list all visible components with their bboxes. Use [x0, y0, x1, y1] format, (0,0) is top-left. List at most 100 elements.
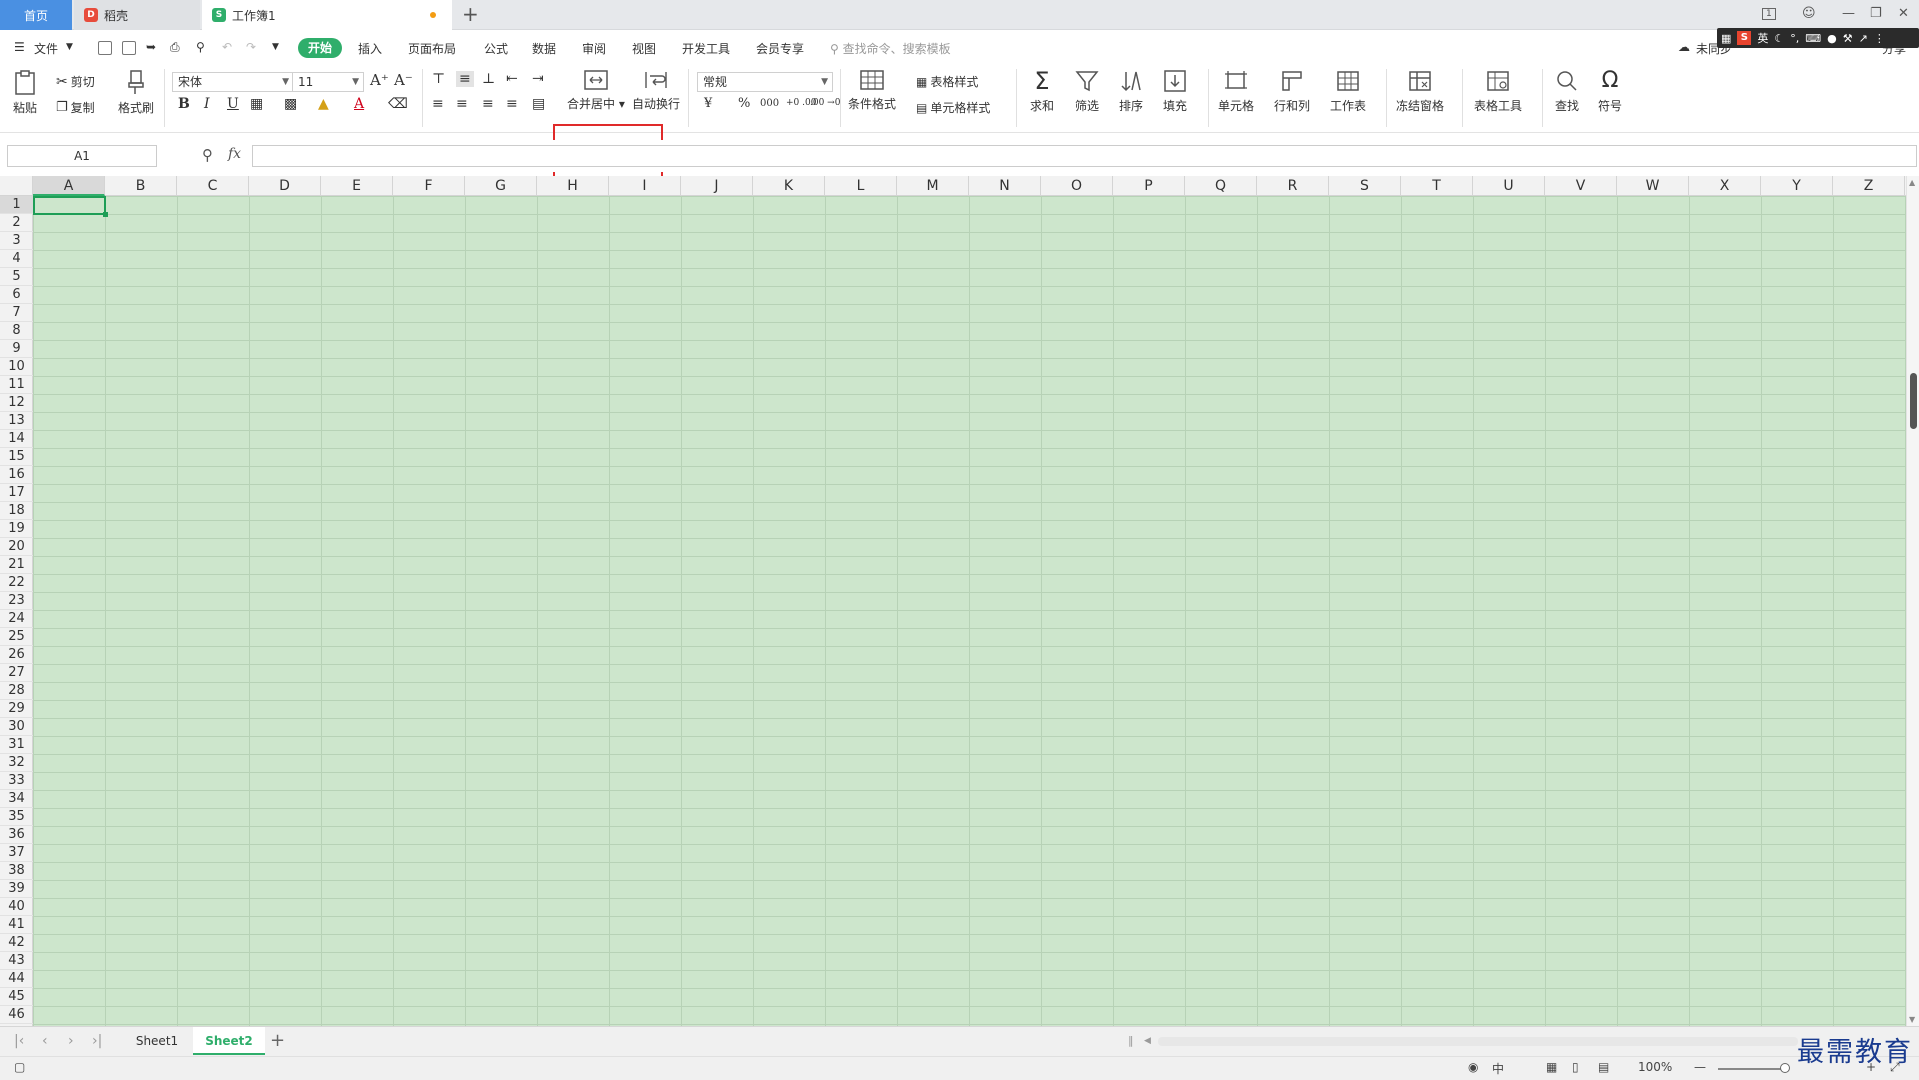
cell-button[interactable]: 单元格 [1218, 69, 1254, 114]
column-header[interactable]: Q [1185, 176, 1257, 196]
keyboard-grid-icon[interactable]: ▦ [1721, 32, 1731, 45]
conditional-format-button[interactable]: 条件格式 [848, 69, 896, 112]
restore-icon[interactable]: ❐ [1870, 6, 1882, 21]
user-icon[interactable]: ● [1827, 32, 1837, 45]
menu-insert[interactable]: 插入 [358, 40, 382, 57]
column-header[interactable]: H [537, 176, 609, 196]
column-header[interactable]: C [177, 176, 249, 196]
window-count-icon[interactable]: 1 [1762, 8, 1776, 20]
next-sheet-icon[interactable]: › [68, 1033, 74, 1049]
row-header[interactable]: 13 [0, 412, 33, 430]
punctuation-icon[interactable]: °, [1790, 32, 1799, 45]
row-header[interactable]: 36 [0, 826, 33, 844]
row-header[interactable]: 33 [0, 772, 33, 790]
row-header[interactable]: 9 [0, 340, 33, 358]
chevron-down-icon[interactable]: ▼ [66, 42, 73, 52]
minimize-icon[interactable]: — [1842, 6, 1855, 21]
undo-icon[interactable]: ↶ [222, 40, 232, 54]
spreadsheet-grid[interactable]: ABCDEFGHIJKLMNOPQRSTUVWXYZ 1 2 3 4 5 6 7 8 9 10 11… [0, 176, 1919, 1026]
worksheet-button[interactable]: 工作表 [1330, 69, 1366, 114]
sheet-tab-sheet2[interactable]: Sheet2 [193, 1027, 265, 1055]
row-header[interactable]: 20 [0, 538, 33, 556]
filter-button[interactable]: 筛选 [1074, 69, 1100, 114]
row-header[interactable]: 11 [0, 376, 33, 394]
row-header[interactable]: 5 [0, 268, 33, 286]
row-header[interactable]: 16 [0, 466, 33, 484]
active-cell-a1[interactable] [33, 196, 108, 217]
table-style-button[interactable]: ▦ 表格样式 [916, 73, 978, 90]
menu-page-layout[interactable]: 页面布局 [408, 40, 456, 57]
first-sheet-icon[interactable]: |‹ [14, 1033, 24, 1049]
split-handle-icon[interactable]: ‖ [1128, 1034, 1134, 1047]
keyboard-icon[interactable]: ⌨ [1805, 32, 1821, 45]
column-header[interactable]: L [825, 176, 897, 196]
row-header[interactable]: 23 [0, 592, 33, 610]
column-header[interactable]: Y [1761, 176, 1833, 196]
row-header[interactable]: 7 [0, 304, 33, 322]
row-header[interactable]: 10 [0, 358, 33, 376]
row-header[interactable]: 41 [0, 916, 33, 934]
menu-start[interactable]: 开始 [298, 38, 342, 58]
column-header[interactable]: J [681, 176, 753, 196]
row-header[interactable]: 44 [0, 970, 33, 988]
align-top-icon[interactable]: ⊤ [432, 71, 445, 87]
customize-quickbar-icon[interactable]: ▼ [272, 42, 279, 52]
cut-button[interactable]: ✂ 剪切 [56, 73, 95, 90]
scroll-left-icon[interactable]: ◀ [1144, 1036, 1151, 1046]
row-header[interactable]: 34 [0, 790, 33, 808]
row-col-button[interactable]: 行和列 [1274, 69, 1310, 114]
zoom-level[interactable]: 100% [1638, 1060, 1672, 1074]
row-header[interactable]: 22 [0, 574, 33, 592]
font-color-icon[interactable]: A [354, 96, 364, 112]
last-sheet-icon[interactable]: ›| [92, 1033, 102, 1049]
save-icon[interactable] [122, 41, 136, 55]
row-header[interactable]: 17 [0, 484, 33, 502]
cell-fill-pattern-icon[interactable]: ▩ [284, 96, 297, 112]
format-painter-button[interactable]: 格式刷 [118, 69, 154, 116]
new-tab-button[interactable]: + [462, 4, 479, 24]
tab-home[interactable]: 首页 [0, 0, 72, 30]
decrease-decimal-icon[interactable]: .00 →0 [810, 98, 840, 108]
menu-member[interactable]: 会员专享 [756, 40, 804, 57]
column-header[interactable]: O [1041, 176, 1113, 196]
cell-area[interactable] [33, 196, 1906, 1026]
row-header[interactable]: 1 [0, 196, 33, 214]
select-all-corner[interactable] [0, 176, 33, 196]
column-header[interactable]: A [33, 176, 105, 196]
name-box[interactable]: A1 [7, 145, 157, 167]
row-header[interactable]: 46 [0, 1006, 33, 1024]
normal-view-icon[interactable]: ▦ [1546, 1060, 1557, 1074]
menu-file[interactable]: 文件 [34, 40, 58, 57]
row-header[interactable]: 29 [0, 700, 33, 718]
row-header[interactable]: 42 [0, 934, 33, 952]
font-size-select[interactable]: 11 ▼ [292, 72, 364, 92]
increase-font-icon[interactable]: A⁺ [370, 71, 389, 89]
cell-style-button[interactable]: ▤ 单元格样式 [916, 99, 990, 116]
print-preview-icon[interactable]: ⚲ [196, 40, 205, 54]
hamburger-icon[interactable]: ☰ [14, 40, 25, 54]
fill-color-icon[interactable]: ▲ [318, 96, 329, 112]
align-center-icon[interactable]: ≡ [456, 96, 468, 112]
justify-icon[interactable]: ≡ [506, 96, 518, 112]
zoom-search-icon[interactable]: ⚲ [202, 146, 213, 164]
row-header[interactable]: 32 [0, 754, 33, 772]
column-header[interactable]: I [609, 176, 681, 196]
row-header[interactable]: 19 [0, 520, 33, 538]
prev-sheet-icon[interactable]: ‹ [42, 1033, 48, 1049]
menu-developer[interactable]: 开发工具 [682, 40, 730, 57]
menu-data[interactable]: 数据 [532, 40, 556, 57]
column-header[interactable]: X [1689, 176, 1761, 196]
decrease-indent-icon[interactable]: ⇤ [506, 71, 518, 87]
close-icon[interactable]: ✕ [1898, 6, 1909, 21]
symbol-button[interactable]: Ω 符号 [1598, 69, 1622, 114]
find-button[interactable]: 查找 [1554, 69, 1580, 114]
export-icon[interactable]: ➥ [146, 40, 156, 54]
align-right-icon[interactable]: ≡ [482, 96, 494, 112]
wrench-icon[interactable]: ⚒ [1843, 32, 1853, 45]
eraser-icon[interactable]: ⌫ [388, 96, 408, 112]
grid-menu-icon[interactable]: ⋮ [1874, 32, 1885, 45]
ime-language[interactable]: 英 [1757, 30, 1768, 46]
expand-icon[interactable]: ↗ [1859, 32, 1868, 45]
column-header[interactable]: K [753, 176, 825, 196]
sum-button[interactable]: Σ 求和 [1030, 69, 1054, 114]
